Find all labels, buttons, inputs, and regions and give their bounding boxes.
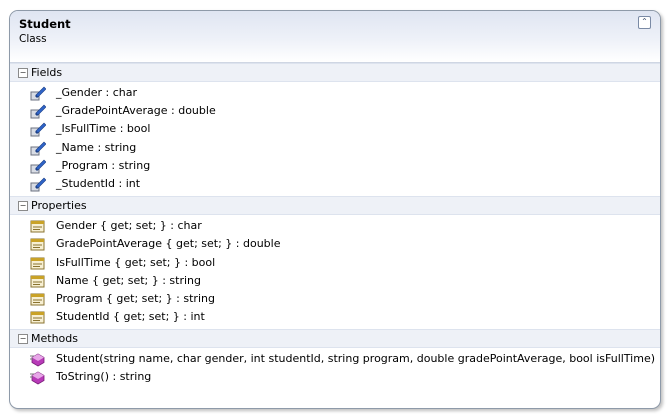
property-item[interactable]: StudentId { get; set; } : int [10,308,660,326]
method-icon [30,352,46,367]
method-item[interactable]: ToString() : string [10,368,660,386]
properties-list: Gender { get; set; } : char GradePointAv… [10,215,660,329]
member-label: StudentId { get; set; } : int [56,310,205,324]
minus-box-icon[interactable]: − [18,334,28,345]
class-stereotype: Class [19,33,47,45]
field-item[interactable]: _IsFullTime : bool [10,120,660,138]
property-icon [30,292,46,307]
minus-box-icon[interactable]: − [18,68,28,78]
field-icon [30,86,47,101]
section-fields-header[interactable]: − Fields [10,63,660,82]
member-label: Name { get; set; } : string [56,273,201,287]
member-label: GradePointAverage { get; set; } : double [56,237,281,251]
field-icon [30,159,47,174]
methods-list: Student(string name, char gender, int st… [10,348,660,389]
member-label: Gender { get; set; } : char [56,219,202,233]
section-properties-header[interactable]: − Properties [10,196,660,216]
member-label: Program { get; set; } : string [56,291,215,305]
method-item[interactable]: Student(string name, char gender, int st… [10,350,660,368]
member-label: _Gender : char [56,86,138,99]
field-item[interactable]: _GradePointAverage : double [10,102,660,120]
property-item[interactable]: Name { get; set; } : string [10,272,660,290]
class-name: Student [19,17,71,31]
field-icon [30,122,47,137]
property-icon [30,274,46,289]
member-label: _IsFullTime : bool [56,122,151,136]
property-icon [30,219,46,234]
property-item[interactable]: Program { get; set; } : string [10,290,660,308]
property-item[interactable]: GradePointAverage { get; set; } : double [10,235,660,253]
member-label: _GradePointAverage : double [56,104,216,118]
field-item[interactable]: _Name : string [10,139,660,157]
class-shape[interactable]: Student Class ⌃ − Fields _Gender : char … [9,10,661,409]
member-label: _Name : string [56,140,137,154]
double-chevron-up-icon[interactable]: ⌃ [638,16,651,29]
minus-box-icon[interactable]: − [18,201,28,212]
field-icon [30,104,47,119]
section-methods-header[interactable]: − Methods [10,329,660,349]
method-icon [30,370,46,385]
property-icon [30,237,46,252]
property-icon [30,256,46,271]
property-item[interactable]: IsFullTime { get; set; } : bool [10,254,660,272]
member-label: Student(string name, char gender, int st… [56,352,656,366]
section-fields-label: Fields [31,66,63,79]
section-properties-label: Properties [31,199,87,213]
field-item[interactable]: _Program : string [10,157,660,175]
section-methods-label: Methods [31,332,78,346]
field-icon [30,177,47,192]
field-item[interactable]: _StudentId : int [10,175,660,193]
field-item[interactable]: _Gender : char [10,84,660,102]
member-label: ToString() : string [56,370,152,384]
property-icon [30,310,46,325]
property-item[interactable]: Gender { get; set; } : char [10,217,660,235]
class-header: Student Class ⌃ [10,11,660,63]
member-label: _Program : string [56,158,151,172]
member-label: _StudentId : int [56,176,141,190]
field-icon [30,141,47,156]
member-label: IsFullTime { get; set; } : bool [56,255,216,269]
fields-list: _Gender : char _GradePointAverage : doub… [10,82,660,196]
